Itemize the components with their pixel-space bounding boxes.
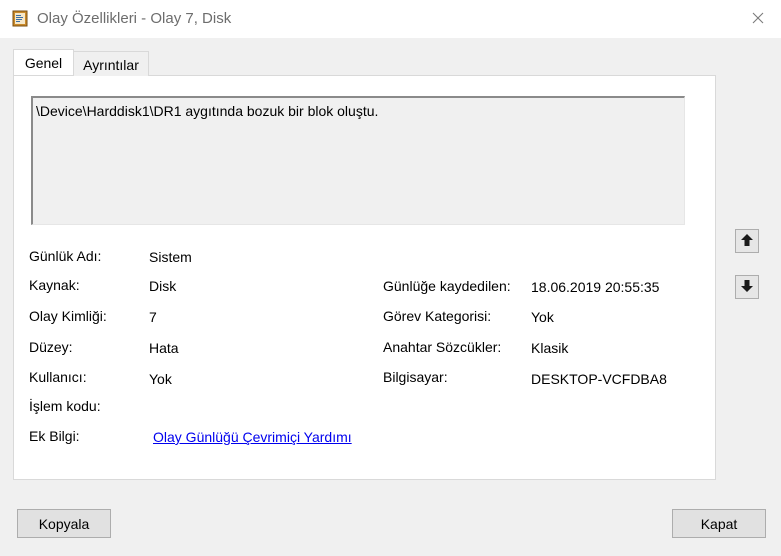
more-info-label: Ek Bilgi: — [29, 428, 80, 444]
logged-label: Günlüğe kaydedilen: — [383, 278, 511, 294]
source-label: Kaynak: — [29, 277, 80, 293]
window-title: Olay Özellikleri - Olay 7, Disk — [37, 10, 232, 27]
task-category-label: Görev Kategorisi: — [383, 308, 492, 324]
event-description-box[interactable]: \Device\Harddisk1\DR1 aygıtında bozuk bi… — [31, 96, 685, 225]
computer-label: Bilgisayar: — [383, 369, 448, 385]
arrow-down-icon — [740, 279, 754, 296]
event-properties-window: Olay Özellikleri - Olay 7, Disk Genel Ay… — [0, 0, 781, 556]
event-viewer-icon — [12, 10, 28, 27]
user-label: Kullanıcı: — [29, 369, 87, 385]
log-name-value: Sistem — [149, 249, 192, 265]
task-category-value: Yok — [531, 309, 554, 325]
keywords-value: Klasik — [531, 340, 569, 356]
computer-value: DESKTOP-VCFDBA8 — [531, 371, 667, 387]
copy-button[interactable]: Kopyala — [17, 509, 111, 538]
logged-value: 18.06.2019 20:55:35 — [531, 279, 660, 295]
opcode-label: İşlem kodu: — [29, 398, 101, 414]
event-id-label: Olay Kimliği: — [29, 308, 107, 324]
tab-details[interactable]: Ayrıntılar — [73, 51, 149, 76]
event-id-value: 7 — [149, 309, 157, 325]
level-label: Düzey: — [29, 339, 73, 355]
close-icon — [752, 12, 764, 27]
source-value: Disk — [149, 278, 177, 294]
arrow-up-icon — [740, 233, 754, 250]
close-window-button[interactable] — [735, 0, 781, 38]
event-description-text: \Device\Harddisk1\DR1 aygıtında bozuk bi… — [36, 103, 379, 119]
level-value: Hata — [149, 340, 179, 356]
online-help-link[interactable]: Olay Günlüğü Çevrimiçi Yardımı — [153, 429, 352, 445]
keywords-label: Anahtar Sözcükler: — [383, 339, 502, 355]
title-bar[interactable]: Olay Özellikleri - Olay 7, Disk — [0, 0, 781, 38]
user-value: Yok — [149, 371, 172, 387]
tab-general[interactable]: Genel — [13, 49, 74, 75]
previous-event-button[interactable] — [735, 229, 759, 253]
next-event-button[interactable] — [735, 275, 759, 299]
close-button[interactable]: Kapat — [672, 509, 766, 538]
log-name-label: Günlük Adı: — [29, 248, 102, 264]
